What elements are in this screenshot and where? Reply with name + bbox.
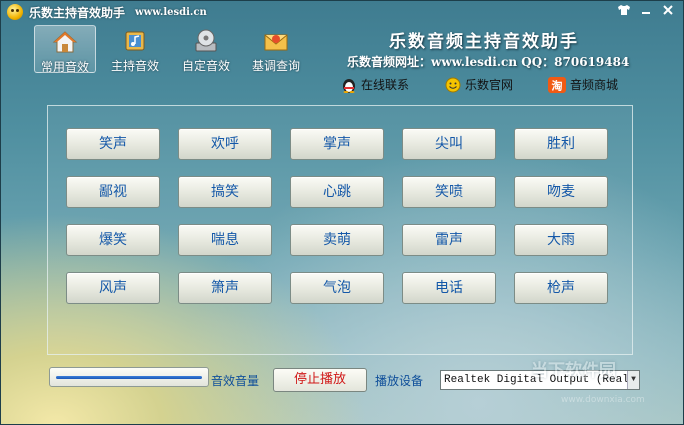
stop-playback-button[interactable]: 停止播放 <box>273 368 367 392</box>
watermark-sub: www.downxia.com <box>561 395 645 405</box>
link-label: 乐数官网 <box>465 78 514 92</box>
link-official-site[interactable]: 乐数官网 <box>445 76 513 93</box>
link-online-contact[interactable]: 在线联系 <box>341 76 409 93</box>
brand-title: 乐数音频主持音效助手 <box>389 32 579 52</box>
tab-label: 常用音效 <box>40 60 89 74</box>
sound-button[interactable]: 枪声 <box>514 272 608 304</box>
svg-text:淘: 淘 <box>552 78 563 92</box>
tab-host-sounds[interactable]: 主持音效 <box>104 25 166 73</box>
tab-label: 主持音效 <box>110 59 159 73</box>
app-logo-icon <box>7 4 23 20</box>
volume-slider[interactable] <box>49 367 209 387</box>
window-controls <box>615 4 677 19</box>
window-title: 乐数主持音效助手 <box>29 5 126 20</box>
brand-url: 乐数音频网址：www.lesdi.cn QQ：870619484 <box>347 55 630 69</box>
sound-button[interactable]: 笑声 <box>66 128 160 160</box>
link-label: 音频商城 <box>570 78 619 92</box>
window-title-url: www.lesdi.cn <box>135 6 207 18</box>
sound-button[interactable]: 气泡 <box>290 272 384 304</box>
sound-button[interactable]: 风声 <box>66 272 160 304</box>
title-bar[interactable]: 乐数主持音效助手 www.lesdi.cn <box>1 1 683 23</box>
close-icon <box>663 5 673 15</box>
app-window: 乐数主持音效助手 www.lesdi.cn 常用音效 主持音效 自定音效 基调查… <box>0 0 684 425</box>
sound-button[interactable]: 吻麦 <box>514 176 608 208</box>
minimize-icon <box>642 12 650 14</box>
cd-drive-icon <box>193 28 219 54</box>
skin-button[interactable] <box>615 4 633 19</box>
link-label: 在线联系 <box>361 78 410 92</box>
music-book-icon <box>122 28 148 54</box>
watermark-text: 当下软件园 <box>531 361 616 381</box>
sound-button[interactable]: 尖叫 <box>402 128 496 160</box>
sound-button[interactable]: 掌声 <box>290 128 384 160</box>
sound-button[interactable]: 电话 <box>402 272 496 304</box>
link-audio-store[interactable]: 淘 音频商城 <box>548 76 618 93</box>
sound-button[interactable]: 卖萌 <box>290 224 384 256</box>
minimize-button[interactable] <box>637 4 655 19</box>
sound-button[interactable]: 爆笑 <box>66 224 160 256</box>
tab-label: 自定音效 <box>181 59 230 73</box>
taobao-icon: 淘 <box>548 76 566 93</box>
sound-button[interactable]: 雷声 <box>402 224 496 256</box>
volume-slider-track[interactable] <box>56 376 202 379</box>
sound-button[interactable]: 大雨 <box>514 224 608 256</box>
volume-label: 音效音量 <box>211 374 260 388</box>
sound-button[interactable]: 喘息 <box>178 224 272 256</box>
sound-panel: 笑声 欢呼 掌声 尖叫 胜利 鄙视 搞笑 心跳 笑喷 吻麦 爆笑 喘息 卖萌 雷… <box>47 105 633 355</box>
house-icon <box>52 29 78 55</box>
device-label: 播放设备 <box>375 374 424 388</box>
close-button[interactable] <box>659 4 677 19</box>
chevron-down-icon[interactable]: ▼ <box>627 371 639 389</box>
shirt-icon <box>618 5 630 15</box>
qq-penguin-icon <box>343 78 355 93</box>
envelope-icon <box>263 28 289 54</box>
tab-common-sounds[interactable]: 常用音效 <box>34 25 96 74</box>
tab-custom-sounds[interactable]: 自定音效 <box>175 25 237 73</box>
sound-button[interactable]: 心跳 <box>290 176 384 208</box>
smiley-icon <box>445 77 461 92</box>
sound-button[interactable]: 笑喷 <box>402 176 496 208</box>
sound-button[interactable]: 鄙视 <box>66 176 160 208</box>
sound-button[interactable]: 胜利 <box>514 128 608 160</box>
sound-button[interactable]: 搞笑 <box>178 176 272 208</box>
tab-key-query[interactable]: 基调查询 <box>245 25 307 73</box>
tab-label: 基调查询 <box>251 59 300 73</box>
sound-button[interactable]: 箫声 <box>178 272 272 304</box>
sound-button[interactable]: 欢呼 <box>178 128 272 160</box>
